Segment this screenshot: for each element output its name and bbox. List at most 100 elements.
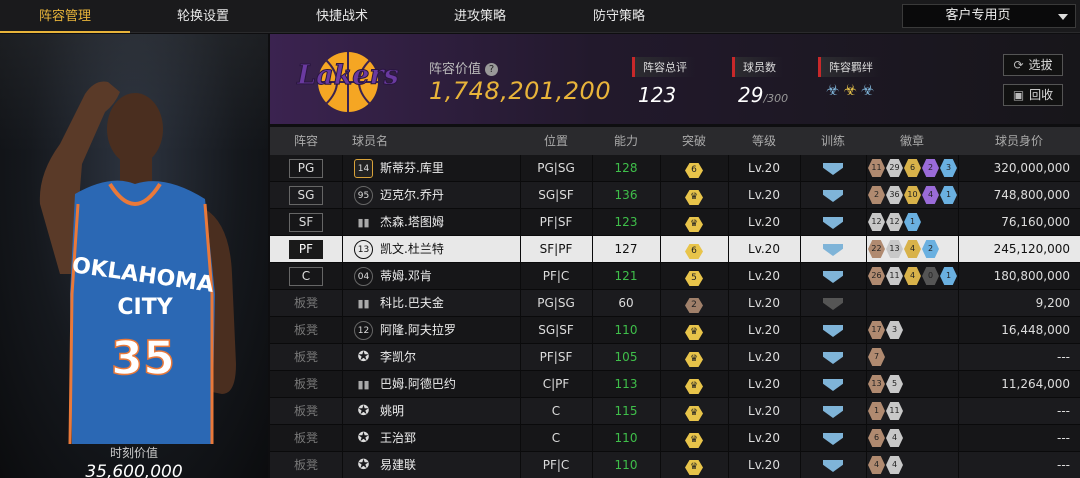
player-card[interactable]: OKLAHOMA CITY 35 时刻价值 35,600,000 [0,34,268,478]
break-badge: 6 [685,163,703,178]
slot-badge[interactable]: PG [289,159,323,178]
training-icon[interactable] [823,433,843,445]
slot-badge[interactable]: 板凳 [289,403,323,422]
table-row[interactable]: SF ▮▮ 杰森.塔图姆 PF|SF 123 ♛ Lv.20 12 12 1 76,160,000 [270,209,1080,236]
training-icon[interactable] [823,271,843,283]
slot-badge[interactable]: 板凳 [289,457,323,476]
help-icon[interactable]: ? [485,63,499,76]
training-icon[interactable] [823,190,843,202]
player-name[interactable]: 李凯尔 [380,344,416,371]
name-cell: ▮▮ 巴姆.阿德巴约 [342,371,520,398]
badge-list[interactable]: 7 [868,348,885,366]
team-bond-icon[interactable]: ☣ [826,81,839,99]
tab-rotation[interactable]: 轮换设置 [138,0,268,33]
player-name[interactable]: 阿隆.阿夫拉罗 [380,317,456,344]
training-icon[interactable] [823,244,843,256]
break-cell: 5 [660,263,728,290]
player-name[interactable]: 凯文.杜兰特 [380,236,444,263]
table-row[interactable]: 板凳 ▮▮ 巴姆.阿德巴约 C|PF 113 ♛ Lv.20 13 5 11,264,000 [270,371,1080,398]
player-name[interactable]: 易建联 [380,452,416,478]
page-dropdown[interactable]: 客户专用页 [902,4,1076,28]
table-row[interactable]: 板凳 ✪ 李凯尔 PF|SF 105 ♛ Lv.20 7 --- [270,344,1080,371]
badge-list[interactable]: 2 36 10 4 1 [868,186,957,204]
position-cell: PG|SG [537,161,575,175]
tab-offense[interactable]: 进攻策略 [415,0,545,33]
table-row[interactable]: 板凳 ▮▮ 科比.巴夫金 PG|SG 60 2 Lv.20 9,200 [270,290,1080,317]
slot-badge[interactable]: 板凳 [289,322,323,341]
player-value-cell: --- [1057,431,1070,445]
train-cell [800,263,866,290]
train-cell [800,236,866,263]
column-divider [866,209,867,236]
table-row[interactable]: 板凳 ✪ 王治郅 C 110 ♛ Lv.20 6 4 --- [270,425,1080,452]
train-cell [800,317,866,344]
recycle-button[interactable]: ▣ 回收 [1003,84,1063,106]
slot-badge[interactable]: 板凳 [289,349,323,368]
break-cell: ♛ [660,317,728,344]
player-name[interactable]: 姚明 [380,398,404,425]
training-icon[interactable] [823,352,843,364]
badge-list[interactable]: 17 3 [868,321,903,339]
training-icon[interactable] [823,217,843,229]
table-row[interactable]: 板凳 12 阿隆.阿夫拉罗 SG|SF 110 ♛ Lv.20 17 3 16,448,000 [270,317,1080,344]
name-cell: ✪ 姚明 [342,398,520,425]
team-bond-icon[interactable]: ☣ [843,81,856,99]
slot-badge[interactable]: PF [289,240,323,259]
table-row[interactable]: C 04 蒂姆.邓肯 PF|C 121 5 Lv.20 26 11 4 0 1 180,800,000 [270,263,1080,290]
table-row[interactable]: 板凳 ✪ 姚明 C 115 ♛ Lv.20 1 11 --- [270,398,1080,425]
star-icon: ✪ [357,403,370,419]
badge-list[interactable]: 11 29 6 2 3 [868,159,957,177]
badge-list[interactable]: 44 [868,456,903,474]
table-row[interactable]: PF 13 凯文.杜兰特 SF|PF 127 6 Lv.20 22 13 4 2 245,120,00… [270,236,1080,263]
slot-badge[interactable]: 板凳 [289,376,323,395]
player-value-cell: 180,800,000 [993,269,1070,283]
name-cell: ✪ 王治郅 [342,425,520,452]
slot-badge[interactable]: 板凳 [289,295,323,314]
svg-text:Lakers: Lakers [296,60,399,91]
slot-cell: PG [270,155,342,182]
table-row[interactable]: 板凳 ✪ 易建联 PF|C 110 ♛ Lv.20 4 4 --- [270,452,1080,478]
tab-quick-tactics[interactable]: 快捷战术 [277,0,407,33]
svg-text:35: 35 [111,331,175,385]
badge-list[interactable]: 64 [868,429,903,447]
player-name[interactable]: 迈克尔.乔丹 [380,182,444,209]
player-name[interactable]: 王治郅 [380,425,416,452]
player-name[interactable]: 蒂姆.邓肯 [380,263,432,290]
training-icon[interactable] [823,460,843,472]
training-icon[interactable] [823,163,843,175]
jersey-number-badge: 95 [354,186,373,205]
table-row[interactable]: PG 14 斯蒂芬.库里 PG|SG 128 6 Lv.20 11 29 6 2 3 320,000,0… [270,155,1080,182]
player-name[interactable]: 科比.巴夫金 [380,290,444,317]
player-name[interactable]: 杰森.塔图姆 [380,209,444,236]
player-name[interactable]: 斯蒂芬.库里 [380,155,444,182]
break-badge: 2 [685,298,703,313]
slot-badge[interactable]: C [289,267,323,286]
badge-icon: 0 [922,267,939,285]
training-icon[interactable] [823,325,843,337]
star-icon: ✪ [357,457,370,473]
table-header: 阵容 球员名 位置 能力 突破 等级 训练 徽章 球员身价 [270,127,1080,155]
badge-list[interactable]: 22 13 4 2 [868,240,939,258]
slot-badge[interactable]: 板凳 [289,430,323,449]
training-icon[interactable] [823,298,843,310]
badge-list[interactable]: 12 12 1 [868,213,921,231]
train-cell [800,209,866,236]
level-cell: Lv.20 [748,188,780,202]
ability-cell: 128 [614,161,638,175]
badge-list[interactable]: 13 5 [868,375,903,393]
name-cell: 95 迈克尔.乔丹 [342,182,520,209]
table-row[interactable]: SG 95 迈克尔.乔丹 SG|SF 136 ♛ Lv.20 2 36 10 4 1 748,800,0… [270,182,1080,209]
team-bond-icon[interactable]: ☣ [861,81,874,99]
player-value-cell: 11,264,000 [1001,377,1070,391]
tab-lineup[interactable]: 阵容管理 [0,0,130,33]
player-name[interactable]: 巴姆.阿德巴约 [380,371,456,398]
select-button[interactable]: ⟳ 选拔 [1003,54,1063,76]
badge-list[interactable]: 1 11 [868,402,903,420]
slot-badge[interactable]: SG [289,186,323,205]
tab-defense[interactable]: 防守策略 [554,0,684,33]
badge-list[interactable]: 26 11 4 0 1 [868,267,957,285]
training-icon[interactable] [823,406,843,418]
training-icon[interactable] [823,379,843,391]
slot-badge[interactable]: SF [289,213,323,232]
position-cell: PF|C [542,269,570,283]
